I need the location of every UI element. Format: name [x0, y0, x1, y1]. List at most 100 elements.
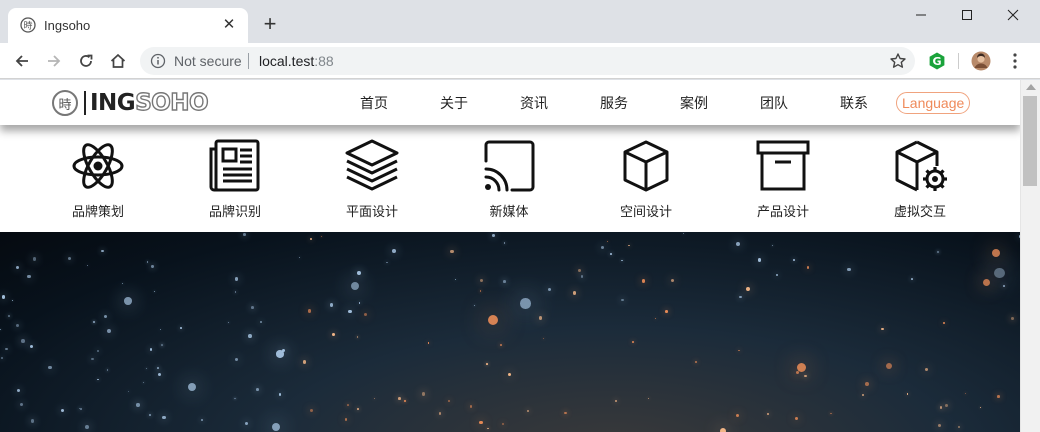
- hero-sparkle: [421, 392, 426, 396]
- browser-tab[interactable]: 時 Ingsoho ✕: [8, 8, 248, 43]
- nav-item-about[interactable]: 关于: [440, 93, 468, 113]
- hero-sparkle: [736, 242, 741, 247]
- security-label[interactable]: Not secure: [174, 53, 242, 69]
- nav-item-contact[interactable]: 联系: [840, 93, 868, 113]
- hero-sparkle: [276, 350, 284, 358]
- bookmark-star-icon[interactable]: [889, 52, 907, 70]
- nav-item-services[interactable]: 服务: [600, 93, 628, 113]
- hero-sparkle: [358, 302, 361, 304]
- hero-sparkle: [996, 394, 1000, 398]
- box-icon: [623, 140, 669, 192]
- reload-button[interactable]: [74, 49, 98, 73]
- nav-item-home[interactable]: 首页: [360, 93, 388, 113]
- maximize-button[interactable]: [944, 0, 990, 30]
- home-button[interactable]: [106, 49, 130, 73]
- hero-sparkle: [245, 421, 249, 425]
- service-product-design[interactable]: 产品设计: [728, 139, 838, 220]
- hero-sparkle: [865, 382, 870, 386]
- hero-sparkle: [347, 309, 352, 314]
- maximize-icon: [962, 10, 972, 20]
- page-scrollbar[interactable]: [1020, 80, 1040, 432]
- hero-sparkle: [795, 370, 799, 374]
- service-graphic-design[interactable]: 平面设计: [317, 139, 427, 220]
- hero-sparkle: [642, 279, 646, 283]
- hero-sparkle: [772, 245, 774, 247]
- forward-button[interactable]: [42, 49, 66, 73]
- info-icon[interactable]: [150, 53, 166, 69]
- hero-sparkle: [310, 237, 313, 241]
- address-bar[interactable]: Not secure local.test:88: [140, 47, 915, 75]
- hero-sparkle: [385, 261, 388, 264]
- language-button[interactable]: Language: [896, 92, 971, 114]
- hero-sparkle: [278, 393, 282, 396]
- hero-sparkle: [29, 344, 34, 348]
- extension-g-icon[interactable]: G: [927, 51, 947, 71]
- minimize-button[interactable]: [898, 0, 944, 30]
- hero-sparkle: [735, 413, 740, 418]
- hero-sparkle: [615, 400, 618, 403]
- hero-sparkle: [373, 398, 375, 400]
- hero-sparkle: [48, 365, 52, 370]
- url-text[interactable]: local.test:88: [259, 53, 334, 69]
- service-space-design[interactable]: 空间设计: [591, 139, 701, 220]
- hero-sparkle: [757, 258, 762, 262]
- hero-sparkle: [256, 388, 260, 392]
- hero-sparkle: [501, 422, 505, 426]
- service-brand-planning[interactable]: 品牌策划: [43, 139, 153, 220]
- service-brand-identity[interactable]: 品牌识别: [180, 139, 290, 220]
- hero-sparkle: [438, 412, 442, 415]
- hero-sparkle: [500, 344, 502, 346]
- service-label: 新媒体: [489, 204, 529, 219]
- hero-sparkle: [146, 368, 148, 370]
- hero-sparkle: [307, 309, 312, 313]
- home-icon: [110, 53, 126, 68]
- close-window-button[interactable]: [990, 0, 1036, 30]
- tab-close-icon[interactable]: ✕: [220, 16, 238, 34]
- svg-text:時: 時: [23, 21, 32, 32]
- hero-sparkle: [943, 321, 946, 325]
- hero-sparkle: [351, 281, 360, 290]
- hero-sparkle: [67, 256, 71, 260]
- hero-sparkle: [964, 392, 967, 394]
- hero-sparkle: [331, 333, 335, 336]
- hero-sparkle: [11, 300, 13, 302]
- atom-icon: [72, 143, 124, 189]
- hero-sparkle: [600, 245, 605, 250]
- hero-sparkle: [486, 363, 488, 365]
- scroll-up-arrow-icon[interactable]: [1026, 84, 1036, 90]
- hero-sparkle: [982, 279, 991, 287]
- scrollbar-thumb[interactable]: [1023, 96, 1037, 186]
- hero-sparkle: [491, 233, 495, 237]
- hero-sparkle: [344, 418, 348, 421]
- cast-icon: [484, 140, 535, 192]
- hero-sparkle: [520, 298, 531, 309]
- kebab-menu-icon[interactable]: [1005, 51, 1025, 71]
- reload-icon: [80, 54, 93, 67]
- hero-sparkle: [474, 304, 476, 306]
- hero-sparkle: [201, 418, 204, 421]
- hero-sparkle: [806, 266, 810, 269]
- hero-sparkle: [682, 232, 684, 234]
- hero-sparkle: [157, 373, 161, 377]
- layers-icon: [345, 139, 399, 191]
- arrow-right-icon: [48, 55, 61, 67]
- hero-sparkle: [86, 264, 89, 267]
- box-gear-icon: [895, 140, 947, 192]
- nav-item-team[interactable]: 团队: [760, 93, 788, 113]
- hero-sparkle: [80, 407, 83, 410]
- hero-sparkle: [627, 244, 630, 247]
- hero-sparkle: [0, 329, 2, 331]
- service-virtual-interaction[interactable]: 虚拟交互: [865, 139, 975, 220]
- back-button[interactable]: [10, 49, 34, 73]
- nav-item-cases[interactable]: 案例: [680, 93, 708, 113]
- hero-sparkle: [106, 328, 111, 333]
- hero-sparkle: [398, 397, 401, 400]
- new-tab-button[interactable]: +: [258, 13, 282, 37]
- hero-sparkle: [15, 323, 19, 327]
- hero-sparkle: [101, 249, 104, 252]
- nav-item-news[interactable]: 资讯: [520, 93, 548, 113]
- service-new-media[interactable]: 新媒体: [454, 139, 564, 220]
- avatar[interactable]: [971, 51, 991, 71]
- hero-sparkle: [391, 249, 396, 254]
- hero-sparkle: [670, 278, 675, 283]
